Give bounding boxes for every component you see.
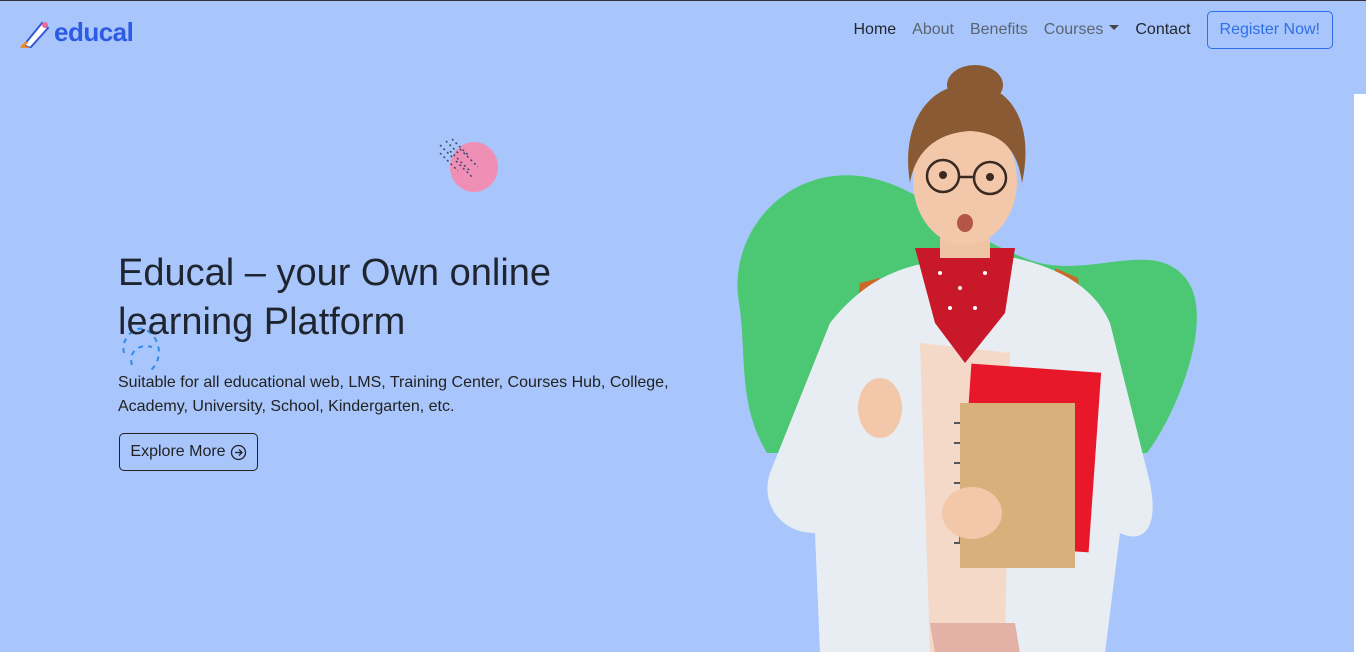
nav-menu: Home About Benefits Courses Contact Regi… [837, 11, 1333, 49]
hero-title: Educal – your Own online learning Platfo… [118, 249, 678, 347]
nav-item-courses[interactable]: Courses [1044, 21, 1120, 39]
hero-title-line-1: Educal – your Own online [118, 252, 552, 294]
pink-blob-decoration-icon [439, 138, 498, 192]
arrow-right-circle-icon [230, 444, 246, 460]
chevron-down-icon [1109, 25, 1120, 31]
pencil-icon [20, 21, 50, 48]
nav-item-benefits[interactable]: Benefits [970, 21, 1028, 39]
hero-title-line-2: learning Platform [118, 301, 406, 343]
nav-item-courses-label: Courses [1043, 21, 1104, 38]
nav-item-home[interactable]: Home [853, 21, 896, 39]
brand-name: educal [54, 17, 134, 47]
student-photo [767, 65, 1153, 652]
navbar: educal Home About Benefits Courses Conta… [0, 1, 1366, 63]
explore-more-label: Explore More [130, 443, 226, 460]
nav-item-contact[interactable]: Contact [1135, 21, 1190, 39]
explore-more-button[interactable]: Explore More [119, 433, 258, 471]
hero-section: Educal – your Own online learning Platfo… [118, 249, 678, 419]
hero-subtitle: Suitable for all educational web, LMS, T… [118, 374, 669, 415]
brand-logo[interactable]: educal [18, 17, 134, 48]
nav-item-about[interactable]: About [912, 21, 954, 39]
page-edge-strip [1354, 94, 1366, 652]
register-button[interactable]: Register Now! [1206, 11, 1333, 49]
